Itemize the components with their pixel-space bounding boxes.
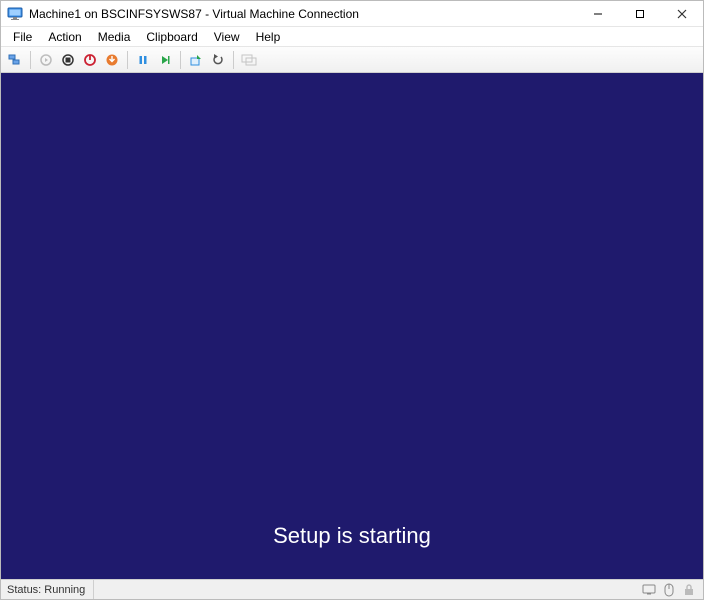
menu-clipboard[interactable]: Clipboard bbox=[138, 28, 205, 46]
minimize-button[interactable] bbox=[577, 1, 619, 26]
turnoff-button[interactable] bbox=[58, 50, 78, 70]
status-text: Status: Running bbox=[7, 580, 94, 599]
toolbar bbox=[1, 47, 703, 73]
start-button bbox=[36, 50, 56, 70]
save-icon bbox=[105, 53, 119, 67]
revert-button[interactable] bbox=[208, 50, 228, 70]
vm-display-area[interactable]: Setup is starting bbox=[1, 73, 703, 579]
checkpoint-button[interactable] bbox=[186, 50, 206, 70]
shutdown-button[interactable] bbox=[80, 50, 100, 70]
lock-status-icon bbox=[681, 582, 697, 598]
revert-icon bbox=[211, 53, 225, 67]
reset-icon bbox=[158, 53, 172, 67]
ctrlaltdel-icon bbox=[8, 53, 22, 67]
menubar: File Action Media Clipboard View Help bbox=[1, 27, 703, 47]
checkpoint-icon bbox=[189, 53, 203, 67]
turnoff-icon bbox=[61, 53, 75, 67]
pause-button[interactable] bbox=[133, 50, 153, 70]
statusbar: Status: Running bbox=[1, 579, 703, 599]
close-button[interactable] bbox=[661, 1, 703, 26]
enhanced-icon bbox=[241, 53, 257, 67]
window-title: Machine1 on BSCINFSYSWS87 - Virtual Mach… bbox=[29, 7, 577, 21]
reset-button[interactable] bbox=[155, 50, 175, 70]
ctrl-alt-del-button[interactable] bbox=[5, 50, 25, 70]
shutdown-icon bbox=[83, 53, 97, 67]
enhanced-session-button bbox=[239, 50, 259, 70]
menu-action[interactable]: Action bbox=[40, 28, 89, 46]
maximize-button[interactable] bbox=[619, 1, 661, 26]
mouse-status-icon bbox=[661, 582, 677, 598]
window-controls bbox=[577, 1, 703, 26]
save-button[interactable] bbox=[102, 50, 122, 70]
display-status-icon bbox=[641, 582, 657, 598]
pause-icon bbox=[136, 53, 150, 67]
menu-media[interactable]: Media bbox=[90, 28, 139, 46]
menu-help[interactable]: Help bbox=[248, 28, 289, 46]
app-monitor-icon bbox=[7, 6, 23, 22]
setup-message: Setup is starting bbox=[273, 523, 431, 549]
menu-file[interactable]: File bbox=[5, 28, 40, 46]
titlebar: Machine1 on BSCINFSYSWS87 - Virtual Mach… bbox=[1, 1, 703, 27]
menu-view[interactable]: View bbox=[206, 28, 248, 46]
start-icon bbox=[39, 53, 53, 67]
